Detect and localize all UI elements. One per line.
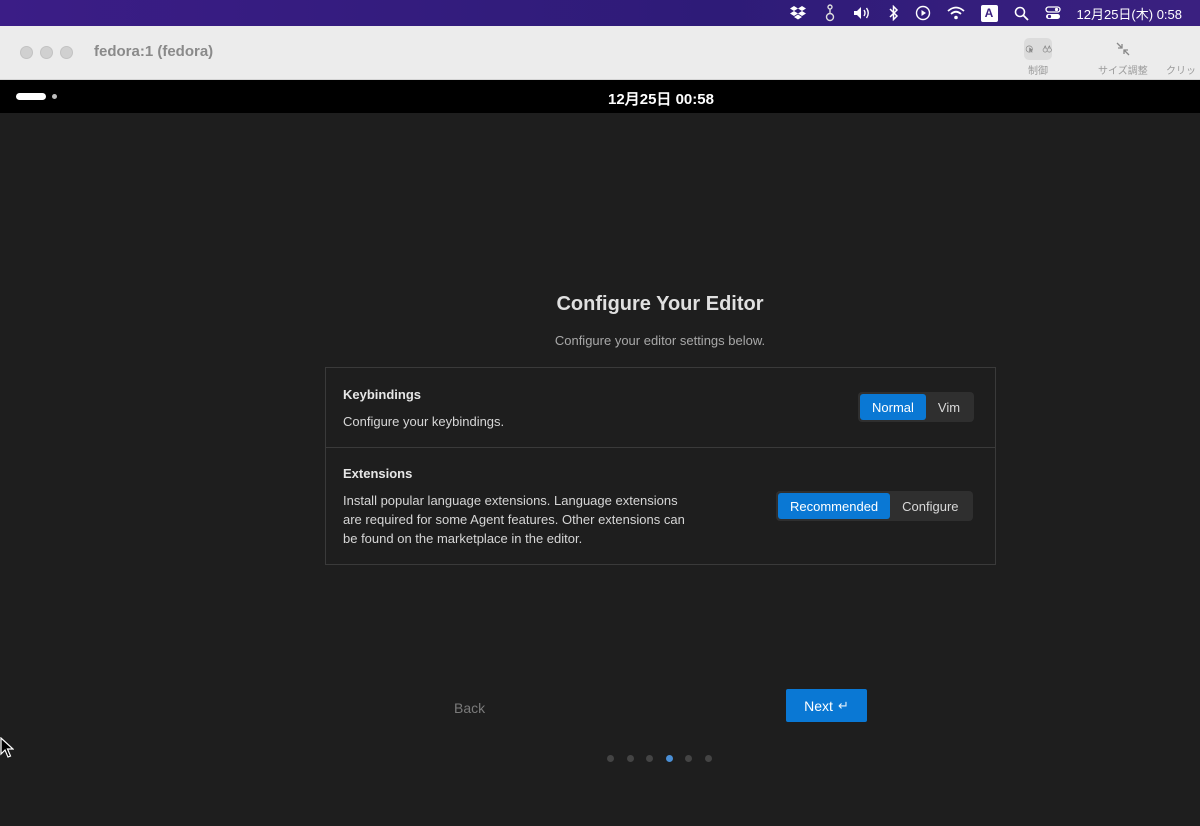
step-dot: [607, 755, 614, 762]
bluetooth-icon[interactable]: [888, 0, 899, 26]
pointer-capture-icon: [1024, 38, 1052, 60]
back-button[interactable]: Back: [454, 700, 485, 716]
step-dot: [685, 755, 693, 762]
window-titlebar: fedora:1 (fedora) 制御 サイズ調整 クリッ: [0, 26, 1200, 80]
workspace-indicator[interactable]: [52, 94, 57, 99]
control-button[interactable]: 制御: [1024, 38, 1052, 77]
editor-setup-view: Configure Your Editor Configure your edi…: [0, 113, 1200, 826]
mouse-pointer-icon: [0, 736, 15, 764]
keybindings-row: Keybindings Configure your keybindings. …: [326, 368, 995, 448]
step-dot-active: [665, 755, 673, 762]
keybindings-option-vim[interactable]: Vim: [926, 394, 972, 420]
keybindings-option-normal[interactable]: Normal: [860, 394, 926, 420]
volume-icon[interactable]: [853, 0, 873, 26]
minimize-window-button[interactable]: [40, 46, 53, 59]
step-indicator: [607, 755, 725, 762]
input-method-icon[interactable]: A: [980, 0, 998, 26]
zoom-window-button[interactable]: [60, 46, 73, 59]
shrink-icon: [1109, 38, 1137, 60]
next-button[interactable]: Next ↵: [786, 689, 867, 722]
step-dot: [626, 755, 634, 762]
macos-menubar: A 12月25日(木) 0:58: [0, 0, 1200, 26]
window-title: fedora:1 (fedora): [94, 43, 214, 60]
close-window-button[interactable]: [20, 46, 33, 59]
resize-button[interactable]: サイズ調整: [1098, 38, 1148, 77]
extensions-option-configure[interactable]: Configure: [890, 493, 970, 519]
extensions-description-line-1: Install popular language extensions. Lan…: [343, 493, 678, 508]
page-title: Configure Your Editor: [556, 293, 764, 315]
guest-top-bar: 12月25日 00:58: [0, 80, 1200, 113]
page-subtitle: Configure your editor settings below.: [554, 333, 766, 348]
extensions-row: Extensions Install popular language exte…: [326, 448, 995, 564]
extensions-option-recommended[interactable]: Recommended: [778, 493, 891, 519]
play-icon[interactable]: [915, 0, 931, 26]
step-dot: [646, 755, 654, 762]
vm-window: fedora:1 (fedora) 制御 サイズ調整 クリッ 12月25日 00…: [0, 26, 1200, 826]
enter-key-icon: ↵: [837, 697, 849, 713]
menubar-clock[interactable]: 12月25日(木) 0:58: [1077, 0, 1183, 26]
keybindings-toggle: Normal Vim: [858, 392, 975, 422]
step-dot: [704, 755, 712, 762]
keybindings-description: Configure your keybindings.: [343, 414, 505, 429]
clipboard-button[interactable]: クリッ: [1166, 38, 1196, 77]
extensions-toggle: Recommended Configure: [776, 491, 973, 521]
next-button-label: Next: [804, 697, 833, 714]
extensions-title: Extensions: [343, 466, 413, 481]
extensions-description-line-2: are required for some Agent features. Ot…: [343, 512, 685, 527]
dropbox-icon[interactable]: [789, 0, 807, 26]
spotlight-search-icon[interactable]: [1014, 0, 1029, 26]
control-center-icon[interactable]: [1044, 0, 1061, 26]
keybindings-title: Keybindings: [343, 387, 422, 402]
extensions-description-line-3: be found on the marketplace in the edito…: [343, 531, 583, 546]
wifi-icon[interactable]: [946, 0, 965, 26]
clipboard-icon: [1167, 38, 1195, 60]
accessibility-icon[interactable]: [823, 0, 837, 26]
guest-clock[interactable]: 12月25日 00:58: [122, 88, 1200, 109]
settings-panel: Keybindings Configure your keybindings. …: [325, 367, 996, 565]
active-workspace-indicator[interactable]: [16, 93, 46, 100]
